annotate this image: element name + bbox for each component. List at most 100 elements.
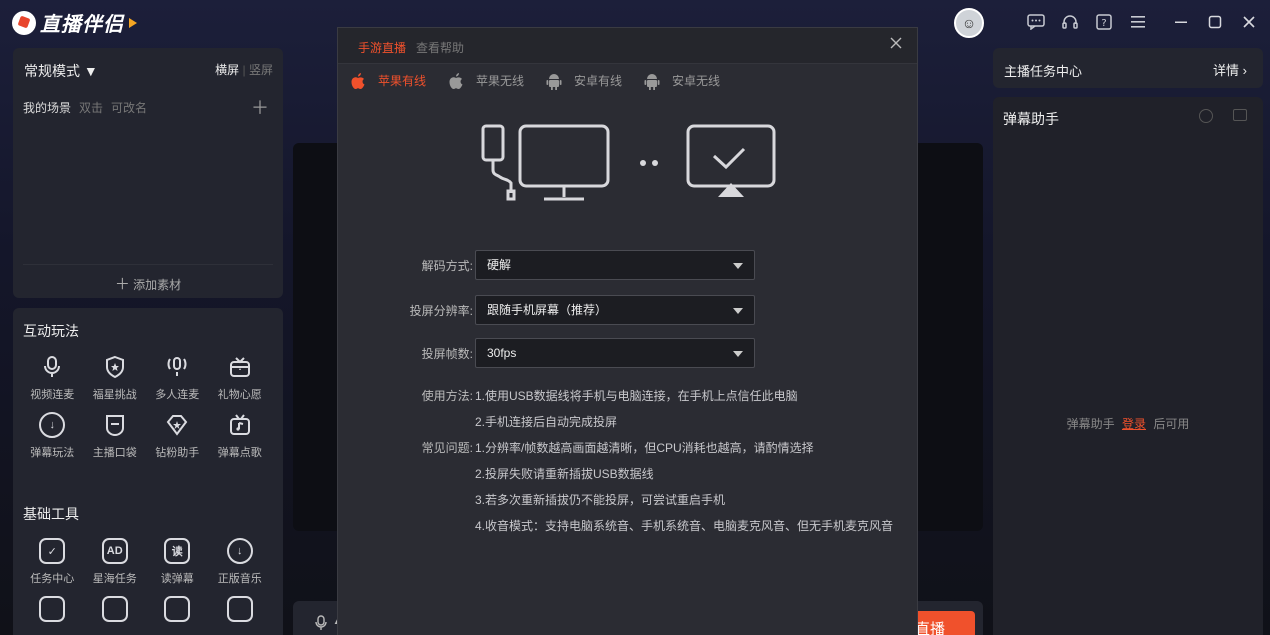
resolution-row: 投屏分辨率: 跟随手机屏幕（推荐）	[338, 295, 917, 325]
chevron-down-icon	[733, 351, 743, 357]
scene-panel: 常规模式 ▼ 横屏 | 竖屏 我的场景 双击 可改名 ＋ ＋ 添加素材	[13, 48, 283, 298]
maximize-icon[interactable]	[1204, 10, 1226, 34]
pocket-icon	[102, 412, 128, 438]
tile-diamond-fans[interactable]: 钻粉助手	[146, 412, 209, 460]
login-link[interactable]: 登录	[1122, 417, 1146, 431]
chevron-down-icon	[733, 308, 743, 314]
tile-label: 弹幕玩法	[30, 447, 75, 459]
mode-label: 苹果无线	[476, 74, 525, 88]
mode-label: 常规模式	[24, 63, 80, 79]
faq-line: 2.投屏失败请重新插拔USB数据线	[475, 467, 654, 481]
download-circle-icon: ↓	[39, 412, 66, 438]
tile-danmu-play[interactable]: ↓ 弹幕玩法	[21, 412, 84, 460]
settings-icon[interactable]	[1199, 109, 1213, 123]
tile-pocket[interactable]: 主播口袋	[84, 412, 147, 460]
message-icon[interactable]	[1024, 10, 1048, 34]
tab-mobile-live[interactable]: 手游直播	[358, 39, 406, 56]
hint-double: 双击	[79, 101, 104, 115]
connection-illustration	[478, 123, 778, 213]
add-material-label: 添加素材	[133, 278, 182, 292]
list-icon	[226, 596, 253, 622]
faq-line: 3.若多次重新插拔仍不能投屏，可尝试重启手机	[475, 493, 726, 507]
usage-section: 使用方法: 1.使用USB数据线将手机与电脑连接，在手机上点信任此电脑 2.手机…	[338, 386, 917, 429]
interactive-grid: 视频连麦 福星挑战 多人连麦 礼物心愿 ↓ 弹幕玩法 主播口袋 钻粉助手 弹幕点	[21, 354, 271, 460]
android-icon	[546, 73, 562, 90]
tile-multi-link[interactable]: 多人连麦	[146, 354, 209, 402]
headset-icon[interactable]	[1058, 10, 1082, 34]
tile-task-center[interactable]: ✓ 任务中心	[21, 538, 84, 586]
tile-more-3[interactable]	[146, 596, 209, 628]
tile-star-task[interactable]: AD 星海任务	[84, 538, 147, 586]
download-circle-icon: ↓	[226, 538, 253, 564]
mode-label: 苹果有线	[378, 74, 427, 88]
logo-play-icon	[129, 17, 137, 28]
mode-label: 安卓无线	[672, 74, 721, 88]
resolution-value: 跟随手机屏幕（推荐）	[487, 303, 608, 317]
faq-line: 4.收音模式：支持电脑系统音、手机系统音、电脑麦克风音、但无手机麦克风音	[475, 519, 894, 533]
read-tv-icon: 读	[164, 538, 191, 564]
tile-more-1[interactable]	[21, 596, 84, 628]
android-icon	[644, 73, 660, 90]
tile-gift-wish[interactable]: 礼物心愿	[209, 354, 272, 402]
music-tv-icon	[227, 412, 253, 438]
decode-select[interactable]: 硬解	[475, 250, 755, 280]
fps-row: 投屏帧数: 30fps	[338, 338, 917, 368]
mode-apple-wireless[interactable]: 苹果无线	[448, 72, 524, 89]
streamer-task-center[interactable]: 主播任务中心 详情 ›	[993, 48, 1263, 88]
user-avatar[interactable]: ☺	[954, 8, 984, 38]
mode-selector[interactable]: 常规模式 ▼	[24, 61, 98, 81]
tile-licensed-music[interactable]: ↓ 正版音乐	[209, 538, 272, 586]
divider	[23, 264, 273, 265]
help-icon[interactable]: ?	[1092, 10, 1116, 34]
danmu-assistant-panel: 弹幕助手 弹幕助手 登录 后可用	[993, 97, 1263, 635]
tile-label: 视频连麦	[30, 389, 75, 401]
diamond-icon	[164, 412, 190, 438]
faq-line: 1.分辨率/帧数越高画面越清晰，但CPU消耗也越高，请酌情选择	[475, 441, 814, 455]
usage-line: 1.使用USB数据线将手机与电脑连接，在手机上点信任此电脑	[475, 389, 798, 403]
tile-read-danmu[interactable]: 读 读弹幕	[146, 538, 209, 586]
popout-icon[interactable]	[1233, 109, 1247, 121]
orientation-toggle: 横屏 | 竖屏	[215, 63, 273, 77]
decode-row: 解码方式: 硬解	[338, 250, 917, 280]
top-toolbar: ?	[1024, 10, 1150, 34]
tile-label: 弹幕点歌	[217, 447, 262, 459]
usage-line: 2.手机连接后自动完成投屏	[475, 415, 618, 429]
mode-android-wireless[interactable]: 安卓无线	[644, 72, 721, 90]
tools-panel: 互动玩法 视频连麦 福星挑战 多人连麦 礼物心愿 ↓ 弹幕玩法 主播口袋 钻粉助…	[13, 308, 283, 635]
mode-android-wired[interactable]: 安卓有线	[546, 72, 623, 90]
tile-label: 主播口袋	[92, 447, 137, 459]
resolution-label: 投屏分辨率:	[409, 304, 473, 318]
tile-song-request[interactable]: 弹幕点歌	[209, 412, 272, 460]
phone-icon	[481, 124, 505, 162]
portrait-tab[interactable]: 竖屏	[249, 63, 273, 77]
shield-star-icon	[102, 354, 128, 380]
chevron-down-icon	[733, 263, 743, 269]
resolution-select[interactable]: 跟随手机屏幕（推荐）	[475, 295, 755, 325]
logo-mark-icon	[12, 10, 36, 35]
details-link[interactable]: 详情 ›	[1213, 60, 1247, 79]
dialog-close-icon[interactable]	[889, 36, 903, 55]
close-icon[interactable]	[1238, 10, 1260, 34]
tile-lucky-star[interactable]: 福星挑战	[84, 354, 147, 402]
tab-view-help[interactable]: 查看帮助	[416, 39, 464, 56]
mode-label: 安卓有线	[574, 74, 623, 88]
menu-icon[interactable]	[1126, 10, 1150, 34]
tile-more-2[interactable]	[84, 596, 147, 628]
faq-section: 常见问题: 1.分辨率/帧数越高画面越清晰，但CPU消耗也越高，请酌情选择 2.…	[338, 438, 917, 533]
mic-icon	[39, 354, 65, 380]
minimize-icon[interactable]	[1170, 10, 1192, 34]
landscape-tab[interactable]: 横屏	[215, 63, 239, 77]
tile-more-4[interactable]	[209, 596, 272, 628]
faq-label: 常见问题:	[421, 441, 473, 455]
chevron-right-icon: ›	[1242, 63, 1247, 78]
tile-video-link[interactable]: 视频连麦	[21, 354, 84, 402]
house-icon	[101, 596, 128, 622]
mic-icon[interactable]	[315, 615, 327, 634]
add-scene-icon[interactable]: ＋	[251, 94, 269, 120]
basic-tools-grid: ✓ 任务中心 AD 星海任务 读 读弹幕 ↓ 正版音乐	[21, 538, 271, 628]
my-scene-row[interactable]: 我的场景 双击 可改名	[23, 99, 147, 116]
add-material-button[interactable]: ＋ 添加素材	[13, 273, 283, 294]
decode-label: 解码方式:	[421, 259, 473, 273]
mode-apple-wired[interactable]: 苹果有线	[350, 72, 426, 89]
fps-select[interactable]: 30fps	[475, 338, 755, 368]
